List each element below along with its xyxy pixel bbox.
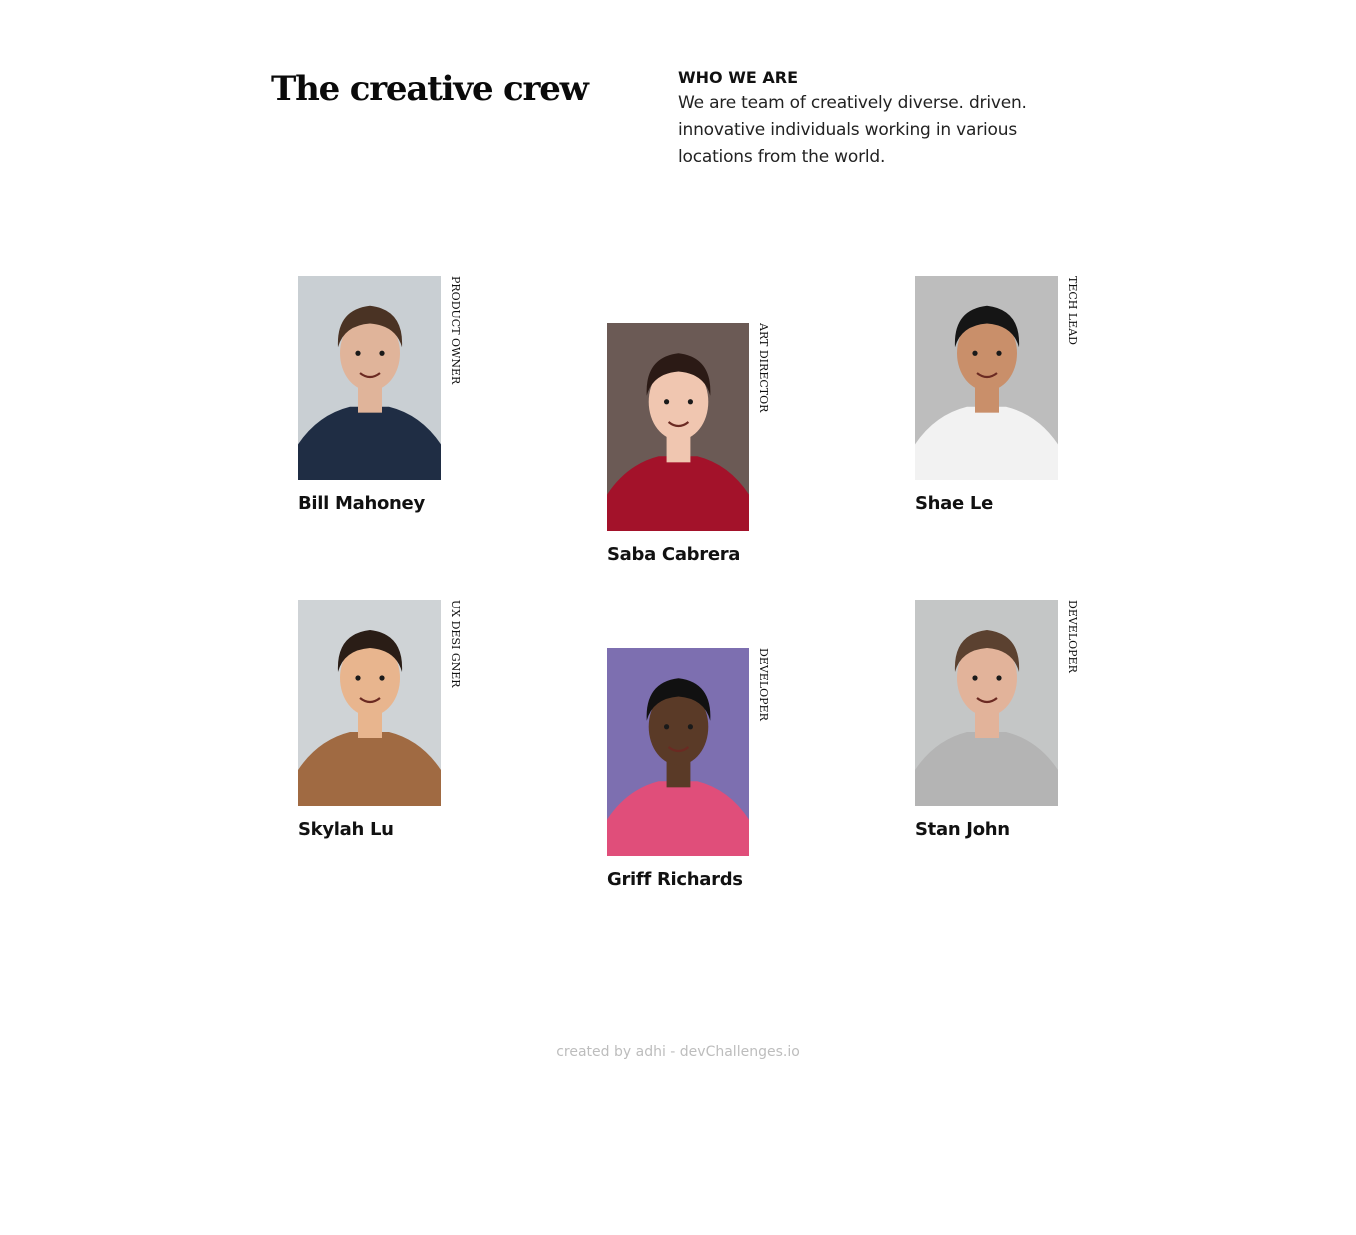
portrait-woman-red-sweater-icon bbox=[607, 323, 749, 531]
member-role: Developer bbox=[1066, 600, 1079, 673]
member-name: Stan John bbox=[915, 819, 1010, 840]
member-role: Tech Lead bbox=[1066, 276, 1079, 345]
member-name: Saba Cabrera bbox=[607, 544, 741, 565]
member-role: UX Desi gner bbox=[449, 600, 462, 688]
member-photo bbox=[298, 600, 441, 806]
member-photo bbox=[298, 276, 441, 480]
intro-section: WHO WE ARE We are team of creatively div… bbox=[678, 66, 1050, 171]
member-role: Product Owner bbox=[449, 276, 462, 385]
portrait-man-grey-sweater-icon bbox=[915, 600, 1058, 806]
member-photo bbox=[607, 323, 749, 531]
member-photo bbox=[607, 648, 749, 856]
footer-credit: created by adhi - devChallenges.io bbox=[556, 1044, 800, 1060]
member-photo bbox=[915, 276, 1058, 480]
intro-text: We are team of creatively diverse. drive… bbox=[678, 93, 1027, 167]
portrait-man-navy-polo-icon bbox=[298, 276, 441, 480]
member-name: Shae Le bbox=[915, 493, 993, 514]
member-name: Griff Richards bbox=[607, 869, 743, 890]
portrait-man-striped-shirt-icon bbox=[607, 648, 749, 856]
member-name: Bill Mahoney bbox=[298, 493, 425, 514]
member-role: Developer bbox=[757, 648, 770, 721]
intro-label: WHO WE ARE bbox=[678, 68, 798, 87]
page-title: The creative crew bbox=[271, 69, 589, 109]
member-role: Art Director bbox=[757, 323, 770, 413]
member-photo bbox=[915, 600, 1058, 806]
member-name: Skylah Lu bbox=[298, 819, 394, 840]
portrait-man-white-tshirt-icon bbox=[915, 276, 1058, 480]
portrait-woman-patterned-top-icon bbox=[298, 600, 441, 806]
